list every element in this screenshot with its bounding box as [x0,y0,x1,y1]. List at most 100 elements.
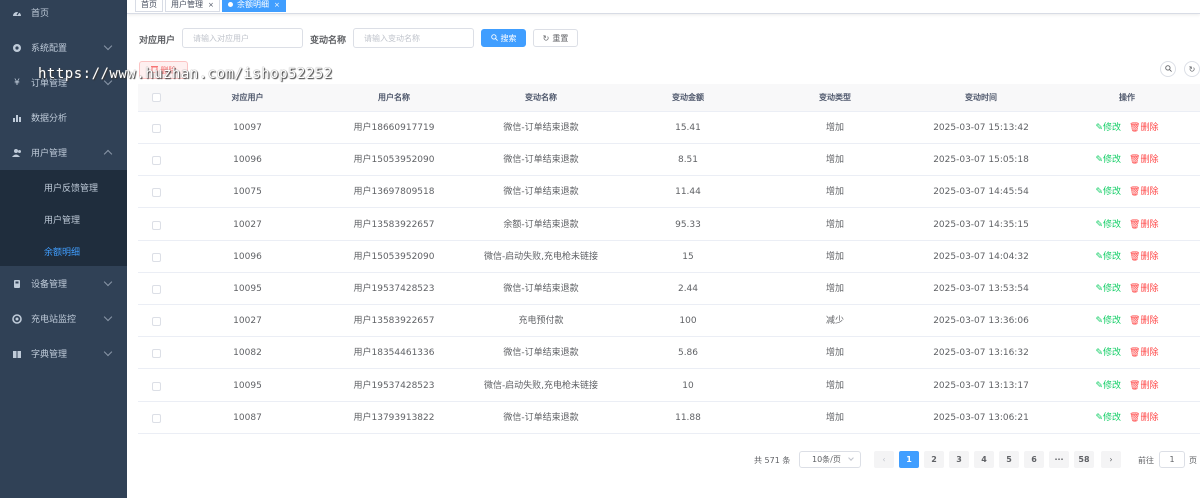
cell-amount: 15.41 [675,123,701,133]
sidebar-item-label: 字典管理 [31,350,68,360]
cell-actions: ✎修改 🗑删除 [1054,112,1200,144]
cell-user-name: 用户13793913822 [353,412,435,423]
page-button-6[interactable]: 6 [1024,451,1044,468]
reset-button[interactable]: ↻ 重置 [533,29,578,47]
cell-actions: ✎修改 🗑删除 [1054,241,1200,273]
toggle-search-button[interactable] [1160,61,1176,77]
cell-user-name: 用户13697809518 [353,187,435,198]
sidebar-item-home[interactable]: 首页 [0,0,127,30]
sidebar-item-label: 数据分析 [31,114,68,124]
sidebar-subitem-feedback[interactable]: 用户反馈管理 [0,171,127,203]
edit-button[interactable]: ✎修改 [1095,252,1121,262]
cell-user-name: 用户13583922657 [353,316,435,327]
edit-label: 修改 [1103,412,1122,423]
row-checkbox[interactable] [152,220,161,230]
row-checkbox[interactable] [152,124,161,133]
page-button-58[interactable]: 58 [1074,451,1094,468]
delete-label: 删除 [1140,155,1159,166]
sidebar-item-station-monitor[interactable]: 充电站监控 [0,301,127,336]
edit-button[interactable]: ✎修改 [1095,187,1121,197]
row-checkbox[interactable] [152,252,161,262]
select-all-checkbox[interactable] [152,93,161,102]
page-button-4[interactable]: 4 [974,451,994,468]
row-delete-button[interactable]: 🗑删除 [1129,348,1158,358]
refresh-button[interactable]: ↻ [1184,61,1200,77]
page-size-select[interactable]: 10条/页 [799,451,861,468]
row-delete-button[interactable]: 🗑删除 [1129,413,1158,423]
cell-type: 增加 [825,380,844,391]
sidebar-item-devices[interactable]: 设备管理 [0,266,127,301]
edit-button[interactable]: ✎修改 [1095,155,1121,165]
cell-amount: 2.44 [677,284,699,294]
cell-user-id: 10082 [233,348,262,359]
delete-label: 删除 [1140,123,1159,133]
sidebar-subitem-balance-detail[interactable]: 余额明细 [0,235,127,267]
page-button-5[interactable]: 5 [999,451,1019,468]
delete-label: 删除 [1140,187,1159,198]
search-button[interactable]: 搜索 [481,29,526,47]
tag-home[interactable]: 首页 [135,0,163,12]
cell-change-name: 微信-启动失败,充电枪未链接 [483,251,599,262]
row-delete-button[interactable]: 🗑删除 [1129,187,1158,197]
cell-user-id: 10096 [233,155,262,166]
edit-label: 修改 [1103,380,1122,391]
row-checkbox[interactable] [152,413,161,423]
tag-balance-detail[interactable]: 余额明细 × [222,0,286,12]
cell-user-id: 10096 [233,251,262,262]
cell-actions: ✎修改 🗑删除 [1054,370,1200,402]
edit-label: 修改 [1103,284,1122,294]
row-checkbox[interactable] [152,285,161,294]
table-row: 10095 用户19537428523 微信-启动失败,充电枪未链接 10 增加 2025… [138,370,1200,402]
gear-icon [12,43,22,53]
edit-button[interactable]: ✎修改 [1095,123,1121,133]
next-page-button[interactable]: › [1101,451,1121,468]
row-delete-button[interactable]: 🗑删除 [1129,316,1158,326]
close-icon[interactable]: × [208,1,214,9]
page-button-2[interactable]: 2 [924,451,944,468]
sidebar-subitem-users[interactable]: 用户管理 [0,203,127,235]
tag-label: 用户管理 [171,0,203,9]
change-name-input[interactable] [353,28,474,48]
trash-icon: 🗑 [1129,380,1141,391]
row-checkbox[interactable] [152,349,161,359]
row-delete-button[interactable]: 🗑删除 [1129,284,1158,294]
sidebar-item-system-config[interactable]: 系统配置 [0,30,127,65]
row-checkbox[interactable] [152,188,161,198]
cell-type: 增加 [825,284,844,294]
sidebar-item-data-analysis[interactable]: 数据分析 [0,100,127,135]
row-checkbox[interactable] [152,317,161,327]
yen-icon: ¥ [14,77,20,88]
close-icon[interactable]: × [274,1,280,9]
row-checkbox[interactable] [152,156,161,166]
row-delete-button[interactable]: 🗑删除 [1129,381,1158,391]
trash-icon: 🗑 [1129,155,1141,166]
page-button-1[interactable]: 1 [899,451,919,468]
row-delete-button[interactable]: 🗑删除 [1129,220,1158,230]
users-icon [12,148,22,158]
monitor-icon [12,313,22,324]
goto-page-input[interactable]: 1 [1159,451,1185,468]
cell-actions: ✎修改 🗑删除 [1054,273,1200,305]
edit-button[interactable]: ✎修改 [1095,284,1121,294]
tag-user-management[interactable]: 用户管理 × [165,0,220,12]
delete-label: 删除 [1140,412,1159,423]
sidebar-item-user-management[interactable]: 用户管理 [0,135,127,170]
row-delete-button[interactable]: 🗑删除 [1129,123,1158,133]
user-filter-input[interactable] [182,28,303,48]
edit-button[interactable]: ✎修改 [1095,316,1121,326]
more-pages-button[interactable]: ··· [1049,451,1069,468]
cell-user-id: 10095 [233,380,262,391]
row-delete-button[interactable]: 🗑删除 [1129,252,1158,262]
sidebar-item-dictionary[interactable]: 字典管理 [0,336,127,371]
trash-icon: 🗑 [1129,316,1141,327]
page-button-3[interactable]: 3 [949,451,969,468]
cell-amount: 100 [679,316,697,327]
row-delete-button[interactable]: 🗑删除 [1129,155,1158,165]
row-checkbox[interactable] [152,381,161,391]
edit-button[interactable]: ✎修改 [1095,220,1121,230]
edit-button[interactable]: ✎修改 [1095,348,1121,358]
cell-type: 减少 [825,316,844,327]
edit-button[interactable]: ✎修改 [1095,381,1121,391]
prev-page-button[interactable]: ‹ [874,451,894,468]
edit-button[interactable]: ✎修改 [1095,413,1121,423]
